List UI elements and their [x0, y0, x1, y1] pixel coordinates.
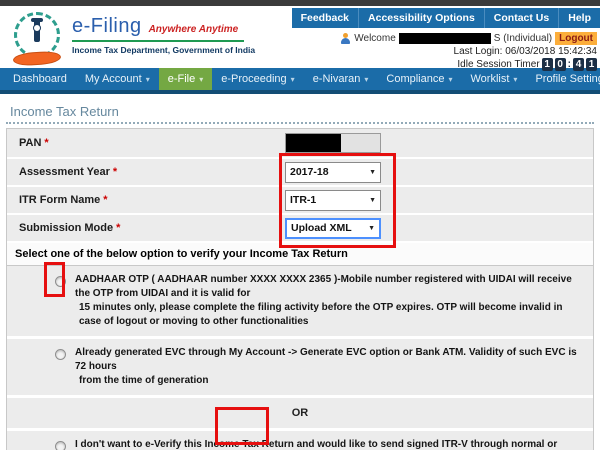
chevron-down-icon: ▾ — [199, 75, 203, 84]
nav-e-file[interactable]: e-File ▾ — [159, 68, 213, 90]
timer-digit: 1 — [586, 58, 597, 71]
main-navbar: Dashboard My Account ▾ e-File ▾ e-Procee… — [0, 68, 600, 94]
submission-mode-row: Submission Mode* Upload XML ▼ — [7, 215, 593, 243]
site-header: e-Filing Anywhere Anytime Income Tax Dep… — [0, 6, 600, 68]
timer-digit: 0 — [555, 58, 566, 71]
chevron-down-icon: ▾ — [448, 75, 452, 84]
itr-v-post-radio[interactable] — [55, 441, 66, 450]
pan-row: PAN* — [7, 129, 593, 159]
timer-colon: : — [568, 59, 571, 70]
required-asterisk: * — [116, 222, 120, 234]
timer-digit: 4 — [573, 58, 584, 71]
pan-field[interactable] — [285, 133, 381, 153]
chevron-down-icon: ▾ — [146, 75, 150, 84]
accessibility-options-link[interactable]: Accessibility Options — [358, 8, 484, 28]
idle-timer-label: Idle Session Timer — [457, 59, 539, 70]
dropdown-caret-icon: ▼ — [368, 225, 375, 232]
submission-mode-label: Submission Mode* — [7, 222, 285, 234]
logout-button[interactable]: Logout — [555, 32, 597, 45]
welcome-label: Welcome — [354, 33, 396, 44]
page-title: Income Tax Return — [10, 104, 594, 119]
logo-ribbon — [13, 50, 62, 66]
nav-profile-settings[interactable]: Profile Settings ▾ — [526, 68, 600, 90]
option-itr-v-post: I don't want to e-Verify this Income Tax… — [7, 431, 593, 450]
nav-e-nivaran[interactable]: e-Nivaran ▾ — [304, 68, 378, 90]
welcome-row: Welcome S (Individual) Logout — [340, 32, 597, 45]
chevron-down-icon: ▾ — [364, 75, 368, 84]
nav-worklist[interactable]: Worklist ▾ — [462, 68, 527, 90]
aadhaar-otp-radio[interactable] — [55, 276, 66, 287]
dropdown-caret-icon: ▼ — [369, 169, 376, 176]
utility-links-bar: Feedback Accessibility Options Contact U… — [292, 8, 600, 28]
help-link[interactable]: Help — [558, 8, 600, 28]
required-asterisk: * — [103, 194, 107, 206]
nav-my-account[interactable]: My Account ▾ — [76, 68, 159, 90]
income-tax-dept-logo — [12, 12, 64, 66]
or-separator: OR — [7, 398, 593, 431]
dropdown-caret-icon: ▼ — [369, 197, 376, 204]
feedback-link[interactable]: Feedback — [292, 8, 358, 28]
nav-compliance[interactable]: Compliance ▾ — [377, 68, 461, 90]
contact-us-link[interactable]: Contact Us — [484, 8, 558, 28]
brand-tagline: Anywhere Anytime — [149, 24, 239, 35]
itr-form-name-select[interactable]: ITR-1 ▼ — [285, 190, 381, 211]
option-evc: Already generated EVC through My Account… — [7, 339, 593, 398]
nav-e-proceeding[interactable]: e-Proceeding ▾ — [212, 68, 303, 90]
required-asterisk: * — [113, 166, 117, 178]
itr-form-name-label: ITR Form Name* — [7, 194, 285, 206]
verify-options-header: Select one of the below option to verify… — [7, 243, 593, 266]
title-divider — [6, 122, 594, 124]
brand-underline — [72, 40, 244, 42]
nav-dashboard[interactable]: Dashboard — [4, 68, 76, 90]
itr-form-panel: PAN* Assessment Year* 2017-18 ▼ ITR Form… — [6, 128, 594, 450]
assessment-year-label: Assessment Year* — [7, 166, 285, 178]
aadhaar-otp-text: AADHAAR OTP ( AADHAAR number XXXX XXXX 2… — [75, 273, 585, 329]
idle-session-timer: Idle Session Timer 1 0 : 4 1 — [457, 58, 597, 71]
chevron-down-icon: ▾ — [291, 75, 295, 84]
evc-radio[interactable] — [55, 349, 66, 360]
redacted-username — [399, 33, 491, 44]
user-icon — [340, 33, 351, 44]
timer-digit: 1 — [542, 58, 553, 71]
required-asterisk: * — [44, 137, 48, 149]
main-content: Income Tax Return PAN* Assessment Year* … — [6, 104, 594, 450]
brand-block: e-Filing Anywhere Anytime Income Tax Dep… — [72, 15, 255, 55]
brand-subtitle: Income Tax Department, Government of Ind… — [72, 45, 255, 55]
submission-mode-select[interactable]: Upload XML ▼ — [285, 218, 381, 239]
assessment-year-row: Assessment Year* 2017-18 ▼ — [7, 159, 593, 187]
user-type-label: S (Individual) — [494, 33, 552, 44]
last-login-text: Last Login: 06/03/2018 15:42:34 — [454, 46, 597, 57]
itr-v-post-text: I don't want to e-Verify this Income Tax… — [75, 438, 585, 450]
evc-text: Already generated EVC through My Account… — [75, 346, 585, 388]
pan-redaction — [286, 134, 341, 152]
itr-form-name-row: ITR Form Name* ITR-1 ▼ — [7, 187, 593, 215]
assessment-year-select[interactable]: 2017-18 ▼ — [285, 162, 381, 183]
pan-label: PAN* — [7, 137, 285, 149]
option-aadhaar-otp: AADHAAR OTP ( AADHAAR number XXXX XXXX 2… — [7, 266, 593, 339]
brand-title: e-Filing — [72, 15, 142, 38]
chevron-down-icon: ▾ — [513, 75, 517, 84]
